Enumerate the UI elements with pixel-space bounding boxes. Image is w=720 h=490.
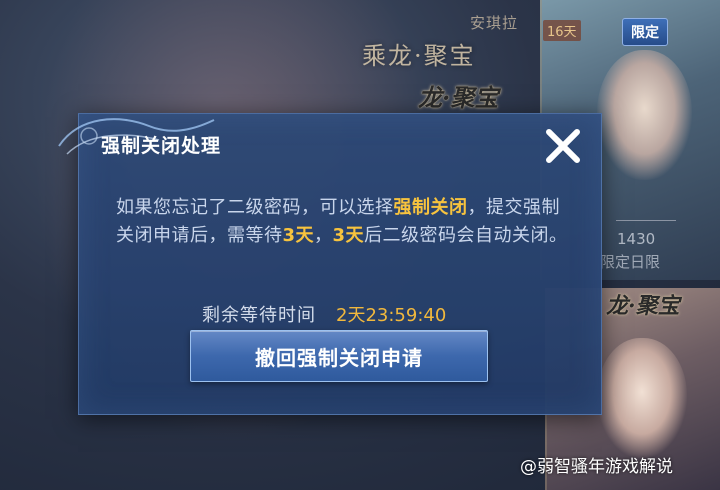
price-strike <box>616 220 676 221</box>
skin-price: 1430 <box>617 230 656 248</box>
remaining-time-row: 剩余等待时间 2天23:59:40 <box>202 301 446 327</box>
message-highlight: 3天 <box>282 225 315 246</box>
skin-title: 乘龙·聚宝 <box>362 42 476 70</box>
watermark: @弱智骚年游戏解说 <box>520 457 673 477</box>
close-icon <box>546 129 580 163</box>
dialog-title: 强制关闭处理 <box>101 135 222 157</box>
revoke-force-close-button[interactable]: 撤回强制关闭申请 <box>190 330 488 382</box>
remaining-time-label: 剩余等待时间 <box>202 305 316 326</box>
message-text: 后二级密码会自动关闭。 <box>364 225 568 246</box>
message-text: ， <box>314 225 333 246</box>
limited-badge: 限定 <box>622 18 668 46</box>
hero-portrait <box>597 338 687 458</box>
dialog-message: 如果您忘记了二级密码，可以选择强制关闭，提交强制关闭申请后，需等待3天，3天后二… <box>116 194 576 250</box>
limited-label: 限定日限 <box>600 253 661 271</box>
force-close-dialog: 强制关闭处理 如果您忘记了二级密码，可以选择强制关闭，提交强制关闭申请后，需等待… <box>58 113 602 415</box>
message-text: 如果您忘记了二级密码，可以选择 <box>116 197 394 218</box>
remaining-time-value: 2天23:59:40 <box>336 305 447 326</box>
days-badge: 16天 <box>543 20 581 41</box>
hero-name: 安琪拉 <box>470 14 519 32</box>
skin-logo: 龙·聚宝 <box>606 293 680 319</box>
close-button[interactable] <box>541 124 585 168</box>
skin-logo: 龙·聚宝 <box>418 83 499 112</box>
message-highlight: 3天 <box>332 225 365 246</box>
message-highlight: 强制关闭 <box>393 197 468 218</box>
hero-portrait <box>597 50 692 180</box>
